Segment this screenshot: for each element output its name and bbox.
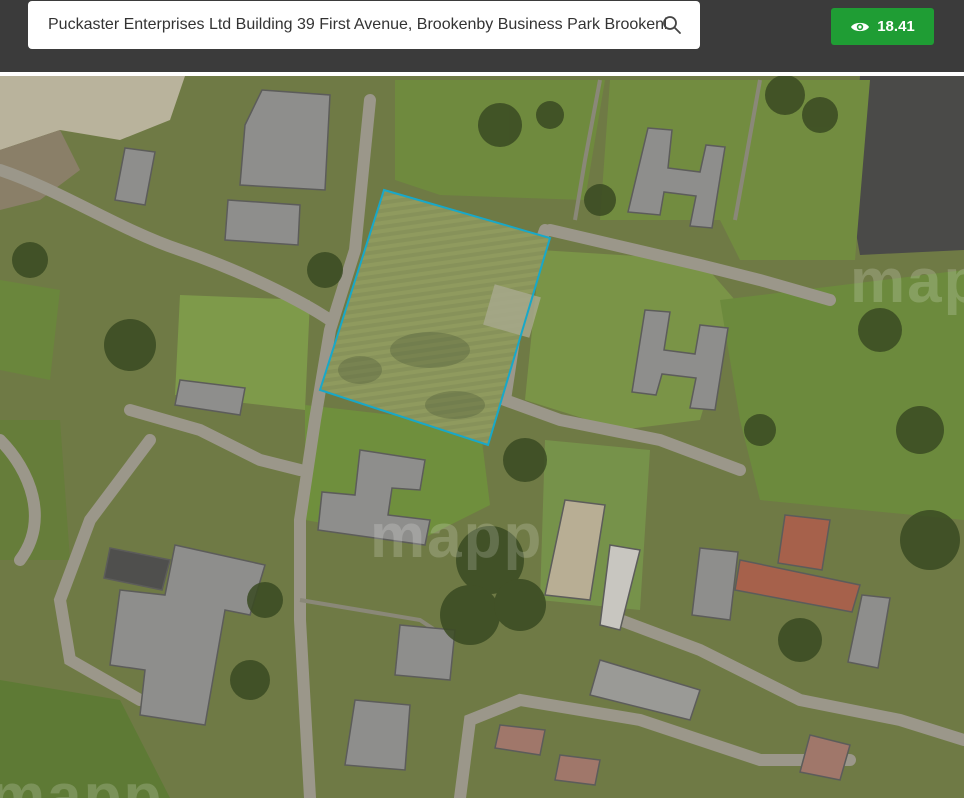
views-button[interactable]: 18.41 bbox=[831, 8, 934, 45]
eye-icon bbox=[851, 22, 870, 31]
map-watermark: mapp bbox=[370, 502, 544, 571]
map-watermark: mapp bbox=[0, 762, 164, 798]
aerial-map[interactable]: mapp mapp mapp bbox=[0, 76, 964, 798]
header-bar: Puckaster Enterprises Ltd Building 39 Fi… bbox=[0, 0, 964, 72]
address-search-box[interactable]: Puckaster Enterprises Ltd Building 39 Fi… bbox=[28, 1, 700, 49]
views-count: 18.41 bbox=[877, 18, 915, 35]
search-icon[interactable] bbox=[662, 15, 682, 35]
map-watermark: mapp bbox=[850, 247, 964, 316]
address-search-input[interactable]: Puckaster Enterprises Ltd Building 39 Fi… bbox=[48, 16, 666, 34]
aerial-imagery bbox=[0, 76, 964, 798]
